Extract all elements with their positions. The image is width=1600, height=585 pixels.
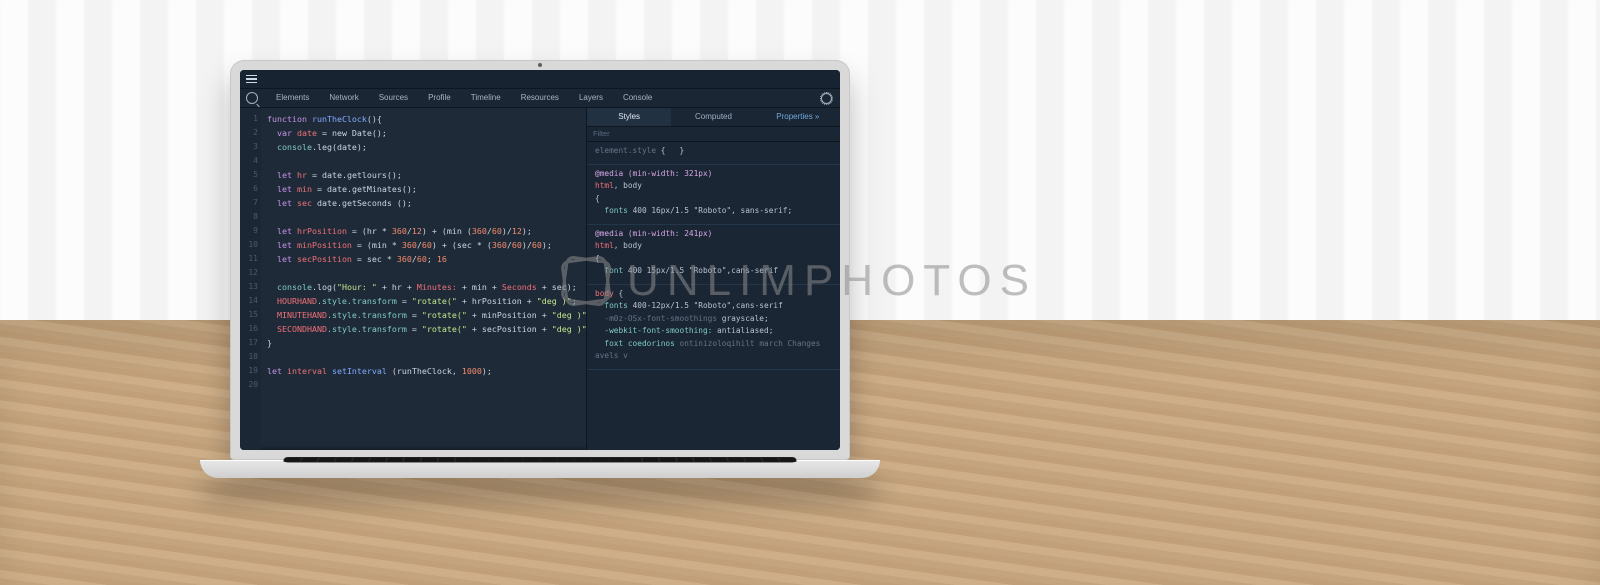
tab-sources[interactable]: Sources <box>369 92 418 104</box>
search-icon[interactable] <box>246 92 258 104</box>
element-style-rule[interactable]: element.style { } <box>587 142 840 165</box>
css-rule[interactable]: body { fonts 400-12px/1.5 "Roboto",cans-… <box>587 285 840 370</box>
line-number-gutter: 1234567891011121314151617181920 <box>240 108 261 450</box>
laptop-lid: Elements Network Sources Profile Timelin… <box>230 60 850 460</box>
stock-photo-scene: Elements Network Sources Profile Timelin… <box>0 0 1600 585</box>
css-rule[interactable]: @media (min-width: 321px) html, body { f… <box>587 165 840 225</box>
laptop-base <box>200 460 880 478</box>
tab-network[interactable]: Network <box>319 92 368 104</box>
workspace: 1234567891011121314151617181920 function… <box>240 108 840 450</box>
styles-filter-input[interactable]: Filter <box>587 127 840 143</box>
tab-elements[interactable]: Elements <box>266 92 319 104</box>
inspector-tab-computed[interactable]: Computed <box>671 108 755 126</box>
webcam-dot <box>538 63 542 67</box>
code-editor[interactable]: 1234567891011121314151617181920 function… <box>240 108 586 450</box>
code-content[interactable]: function runTheClock(){ var date = new D… <box>261 108 586 450</box>
window-topbar <box>240 70 840 89</box>
styles-inspector: Styles Computed Properties » Filter elem… <box>586 108 840 450</box>
tab-console[interactable]: Console <box>613 92 662 104</box>
devtools-tab-bar: Elements Network Sources Profile Timelin… <box>240 89 840 108</box>
inspector-tab-styles[interactable]: Styles <box>587 108 671 126</box>
keyboard <box>282 457 798 462</box>
css-rule[interactable]: @media (min-width: 241px) html, body { f… <box>587 225 840 285</box>
tab-timeline[interactable]: Timeline <box>461 92 511 104</box>
tab-resources[interactable]: Resources <box>511 92 569 104</box>
gear-icon[interactable] <box>821 93 832 104</box>
laptop: Elements Network Sources Profile Timelin… <box>230 60 850 478</box>
inspector-tabs: Styles Computed Properties » <box>587 108 840 127</box>
tab-layers[interactable]: Layers <box>569 92 613 104</box>
inspector-tab-properties[interactable]: Properties » <box>756 108 840 126</box>
tab-profile[interactable]: Profile <box>418 92 461 104</box>
devtools-screen: Elements Network Sources Profile Timelin… <box>240 70 840 450</box>
hamburger-icon[interactable] <box>246 75 257 83</box>
